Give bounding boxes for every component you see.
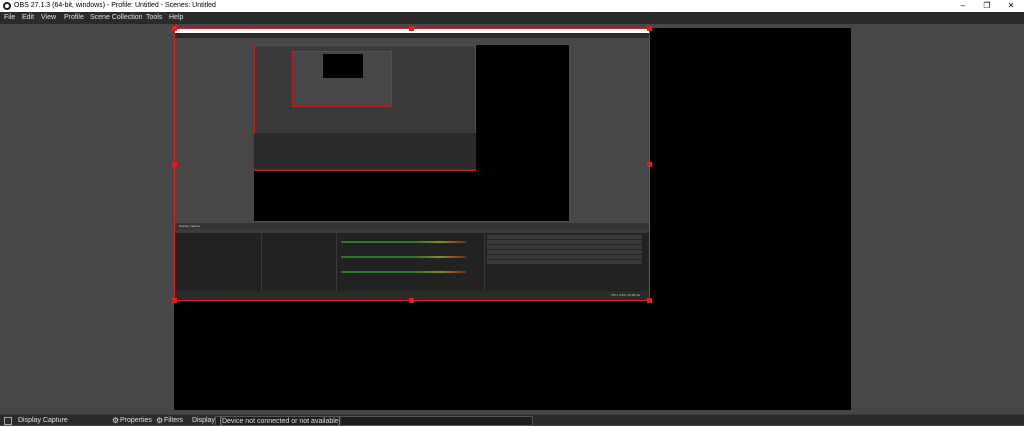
display-label: Display — [192, 417, 215, 424]
minimize-button[interactable]: – — [951, 0, 975, 12]
resize-handle-top-left[interactable] — [172, 26, 177, 31]
menu-view[interactable]: View — [41, 12, 56, 24]
close-button[interactable]: ✕ — [999, 0, 1023, 12]
checkbox-icon[interactable] — [4, 417, 12, 425]
nested-status-text: CPU: 0.6%, 60.00 fps — [611, 293, 640, 297]
menu-profile[interactable]: Profile — [64, 12, 84, 24]
window-title: OBS 27.1.3 (64-bit, windows) - Profile: … — [14, 2, 216, 9]
menu-help[interactable]: Help — [169, 12, 183, 24]
title-bar: OBS 27.1.3 (64-bit, windows) - Profile: … — [0, 0, 1024, 12]
nested-dock-level-2 — [254, 133, 476, 169]
gear-icon[interactable]: ⚙ — [112, 416, 119, 425]
resize-handle-bottom[interactable] — [409, 298, 414, 303]
obs-logo-icon — [3, 2, 11, 10]
nested-sources-dock — [262, 229, 337, 291]
resize-handle-top[interactable] — [409, 26, 414, 31]
nested-capture-level-3 — [292, 51, 392, 107]
display-capture-image: Display Capture CPU: 0.6%, 60.00 fps — [174, 28, 650, 301]
filters-button[interactable]: Filters — [164, 415, 183, 426]
menu-tools[interactable]: Tools — [146, 12, 162, 24]
resize-handle-bottom-left[interactable] — [172, 298, 177, 303]
source-name-label: Display Capture — [18, 417, 68, 424]
source-toolbar: Display Capture ⚙ Properties ⚙ Filters D… — [0, 414, 1024, 426]
nested-scenes-dock — [174, 229, 262, 291]
resize-handle-top-right[interactable] — [647, 26, 652, 31]
resize-handle-bottom-right[interactable] — [647, 298, 652, 303]
menu-edit[interactable]: Edit — [22, 12, 34, 24]
nested-canvas-level-3 — [323, 54, 363, 78]
properties-button[interactable]: Properties — [120, 415, 152, 426]
filter-icon[interactable]: ⚙ — [156, 416, 163, 425]
nested-docks — [174, 229, 650, 291]
maximize-button[interactable]: ❐ — [975, 0, 999, 12]
menu-bar: File Edit View Profile Scene Collection … — [0, 12, 1024, 24]
menu-file[interactable]: File — [4, 12, 15, 24]
nested-controls-dock — [485, 229, 650, 291]
menu-scene-collection[interactable]: Scene Collection — [90, 12, 143, 24]
resize-handle-right[interactable] — [647, 162, 652, 167]
nested-mixer-dock — [337, 229, 485, 291]
resize-handle-left[interactable] — [172, 162, 177, 167]
